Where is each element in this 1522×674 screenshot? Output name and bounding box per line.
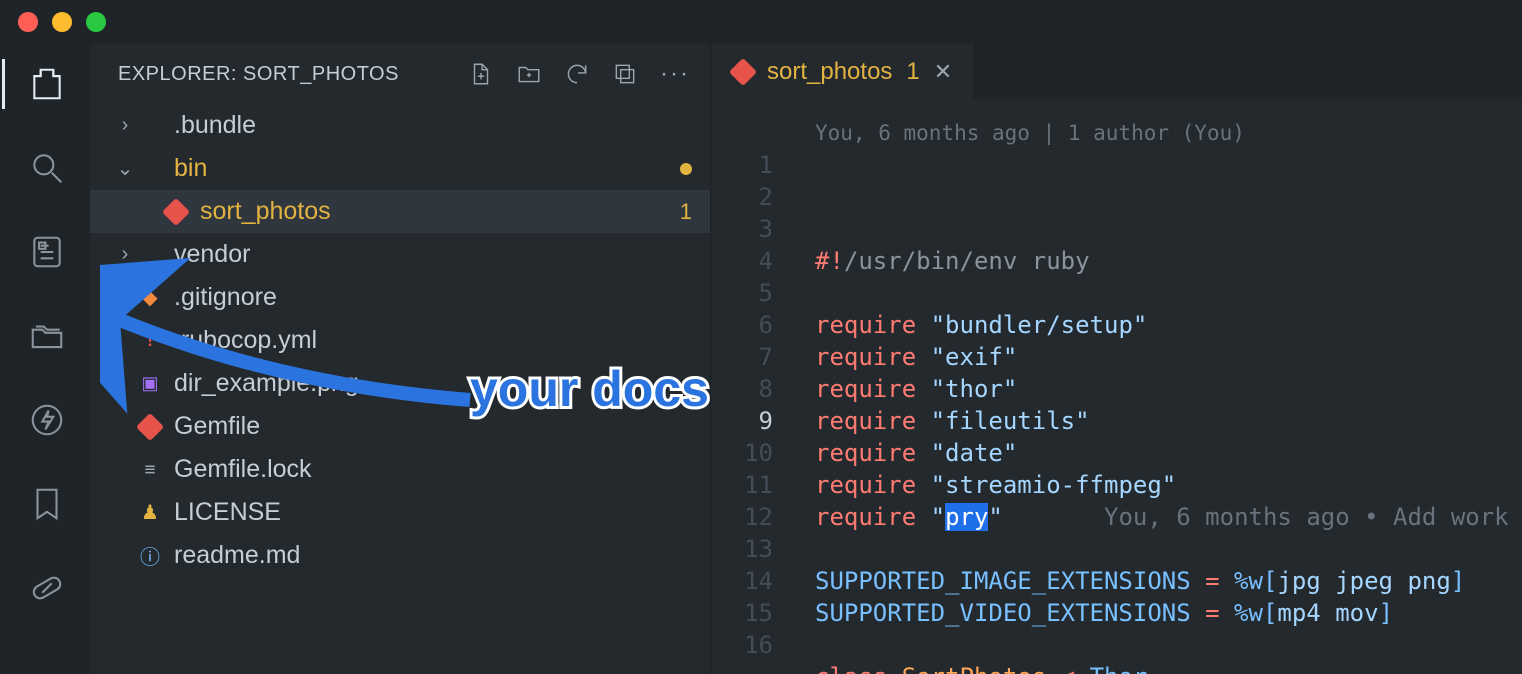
tree-item-label: Gemfile — [174, 412, 692, 441]
file-tree: › .bundle ⌄ bin sort_photos1 › vendor ◆ .gitigno… — [90, 104, 710, 674]
maximize-window-icon[interactable] — [86, 12, 106, 32]
file-license[interactable]: ♟ LICENSE — [90, 491, 710, 534]
chevron-icon: › — [114, 114, 136, 137]
line-number[interactable]: 1 — [711, 149, 773, 181]
line-number[interactable]: 8 — [711, 373, 773, 405]
tree-item-label: dir_example.png — [174, 369, 692, 398]
change-badge: 1 — [680, 199, 692, 225]
ruby-icon — [729, 57, 757, 85]
activity-bar — [0, 44, 90, 674]
close-tab-icon[interactable]: ✕ — [934, 59, 952, 85]
docs-icon[interactable] — [27, 232, 67, 272]
folder-vendor[interactable]: › vendor — [90, 233, 710, 276]
new-folder-icon[interactable] — [516, 61, 542, 87]
file--rubocop-yml[interactable]: ! .rubocop.yml — [90, 319, 710, 362]
editor-tabs: sort_photos 1 ✕ — [711, 44, 1522, 99]
lightning-icon[interactable] — [27, 400, 67, 440]
collapse-icon[interactable] — [612, 61, 638, 87]
search-icon[interactable] — [27, 148, 67, 188]
explorer-actions: ··· — [468, 60, 690, 88]
code-line[interactable] — [815, 629, 1522, 661]
line-number[interactable]: 10 — [711, 437, 773, 469]
tree-item-label: Gemfile.lock — [174, 455, 692, 484]
tree-item-label: .bundle — [174, 111, 692, 140]
code-line[interactable]: require "exif" — [815, 341, 1522, 373]
folder--bundle[interactable]: › .bundle — [90, 104, 710, 147]
chevron-icon: › — [114, 243, 136, 266]
line-number[interactable]: 3 — [711, 213, 773, 245]
line-gutter: 12345678910111213141516 — [711, 119, 791, 674]
file-sort-photos[interactable]: sort_photos1 — [90, 190, 710, 233]
chevron-icon: ⌄ — [114, 156, 136, 181]
line-number[interactable]: 16 — [711, 629, 773, 661]
line-number[interactable]: 12 — [711, 501, 773, 533]
line-number[interactable]: 13 — [711, 533, 773, 565]
line-number[interactable]: 6 — [711, 309, 773, 341]
code-line[interactable]: require "date" — [815, 437, 1522, 469]
code-line[interactable]: SUPPORTED_IMAGE_EXTENSIONS = %w[jpg jpeg… — [815, 565, 1522, 597]
modified-dot-icon — [680, 163, 692, 175]
line-number[interactable]: 9 — [711, 405, 773, 437]
code-editor[interactable]: 12345678910111213141516 You, 6 months ag… — [711, 99, 1522, 674]
bookmark-icon[interactable] — [27, 484, 67, 524]
code-line[interactable]: require "fileutils" — [815, 405, 1522, 437]
code-line[interactable]: require "thor" — [815, 373, 1522, 405]
window-titlebar — [0, 0, 1522, 44]
line-number[interactable]: 14 — [711, 565, 773, 597]
pill-icon[interactable] — [27, 568, 67, 608]
file-type-icon — [136, 417, 164, 437]
file-type-icon: ≡ — [136, 459, 164, 480]
file-dir-example-png[interactable]: ▣ dir_example.png — [90, 362, 710, 405]
tree-item-label: LICENSE — [174, 498, 692, 527]
tree-item-label: readme.md — [174, 541, 692, 570]
file-type-icon — [162, 202, 190, 222]
explorer-title: EXPLORER: SORT_PHOTOS — [118, 63, 468, 86]
minimize-window-icon[interactable] — [52, 12, 72, 32]
explorer-sidebar: EXPLORER: SORT_PHOTOS ··· › .bundle ⌄ bin so… — [90, 44, 710, 674]
code-line[interactable]: #!/usr/bin/env ruby — [815, 245, 1522, 277]
file--gitignore[interactable]: ◆ .gitignore — [90, 276, 710, 319]
code-line[interactable]: require "pry" You, 6 months ago • Add wo… — [815, 501, 1522, 533]
more-icon[interactable]: ··· — [660, 60, 690, 88]
editor-group: sort_photos 1 ✕ 12345678910111213141516 … — [710, 44, 1522, 674]
close-window-icon[interactable] — [18, 12, 38, 32]
tab-sort-photos[interactable]: sort_photos 1 ✕ — [711, 44, 975, 99]
tree-item-label: vendor — [174, 240, 692, 269]
line-number[interactable]: 15 — [711, 597, 773, 629]
folder-bin[interactable]: ⌄ bin — [90, 147, 710, 190]
file-gemfile[interactable]: Gemfile — [90, 405, 710, 448]
tab-label: sort_photos — [767, 58, 892, 86]
line-number[interactable]: 5 — [711, 277, 773, 309]
file-type-icon: ▣ — [136, 373, 164, 394]
tree-item-label: .gitignore — [174, 283, 692, 312]
folders-icon[interactable] — [27, 316, 67, 356]
line-number[interactable]: 2 — [711, 181, 773, 213]
line-number[interactable]: 7 — [711, 341, 773, 373]
file-type-icon: ♟ — [136, 500, 164, 525]
file-type-icon: ! — [136, 330, 164, 351]
code-line[interactable] — [815, 533, 1522, 565]
file-type-icon: ⓘ — [136, 541, 164, 570]
tree-item-label: .rubocop.yml — [174, 326, 692, 355]
file-type-icon: ◆ — [136, 285, 164, 310]
file-gemfile-lock[interactable]: ≡ Gemfile.lock — [90, 448, 710, 491]
code-content[interactable]: You, 6 months ago | 1 author (You) #!/us… — [791, 119, 1522, 674]
new-file-icon[interactable] — [468, 61, 494, 87]
explorer-icon[interactable] — [27, 64, 67, 104]
code-line[interactable]: class SortPhotos < Thor — [815, 661, 1522, 674]
code-lens[interactable]: You, 6 months ago | 1 author (You) — [815, 117, 1245, 149]
file-readme-md[interactable]: ⓘ readme.md — [90, 534, 710, 577]
code-line[interactable]: require "streamio-ffmpeg" — [815, 469, 1522, 501]
line-number[interactable]: 11 — [711, 469, 773, 501]
tree-item-label: bin — [174, 154, 680, 183]
tree-item-label: sort_photos — [200, 197, 680, 226]
line-number[interactable]: 4 — [711, 245, 773, 277]
tab-badge: 1 — [906, 58, 919, 86]
explorer-header: EXPLORER: SORT_PHOTOS ··· — [90, 44, 710, 104]
code-line[interactable]: SUPPORTED_VIDEO_EXTENSIONS = %w[mp4 mov] — [815, 597, 1522, 629]
code-line[interactable]: require "bundler/setup" — [815, 309, 1522, 341]
refresh-icon[interactable] — [564, 61, 590, 87]
code-line[interactable] — [815, 277, 1522, 309]
